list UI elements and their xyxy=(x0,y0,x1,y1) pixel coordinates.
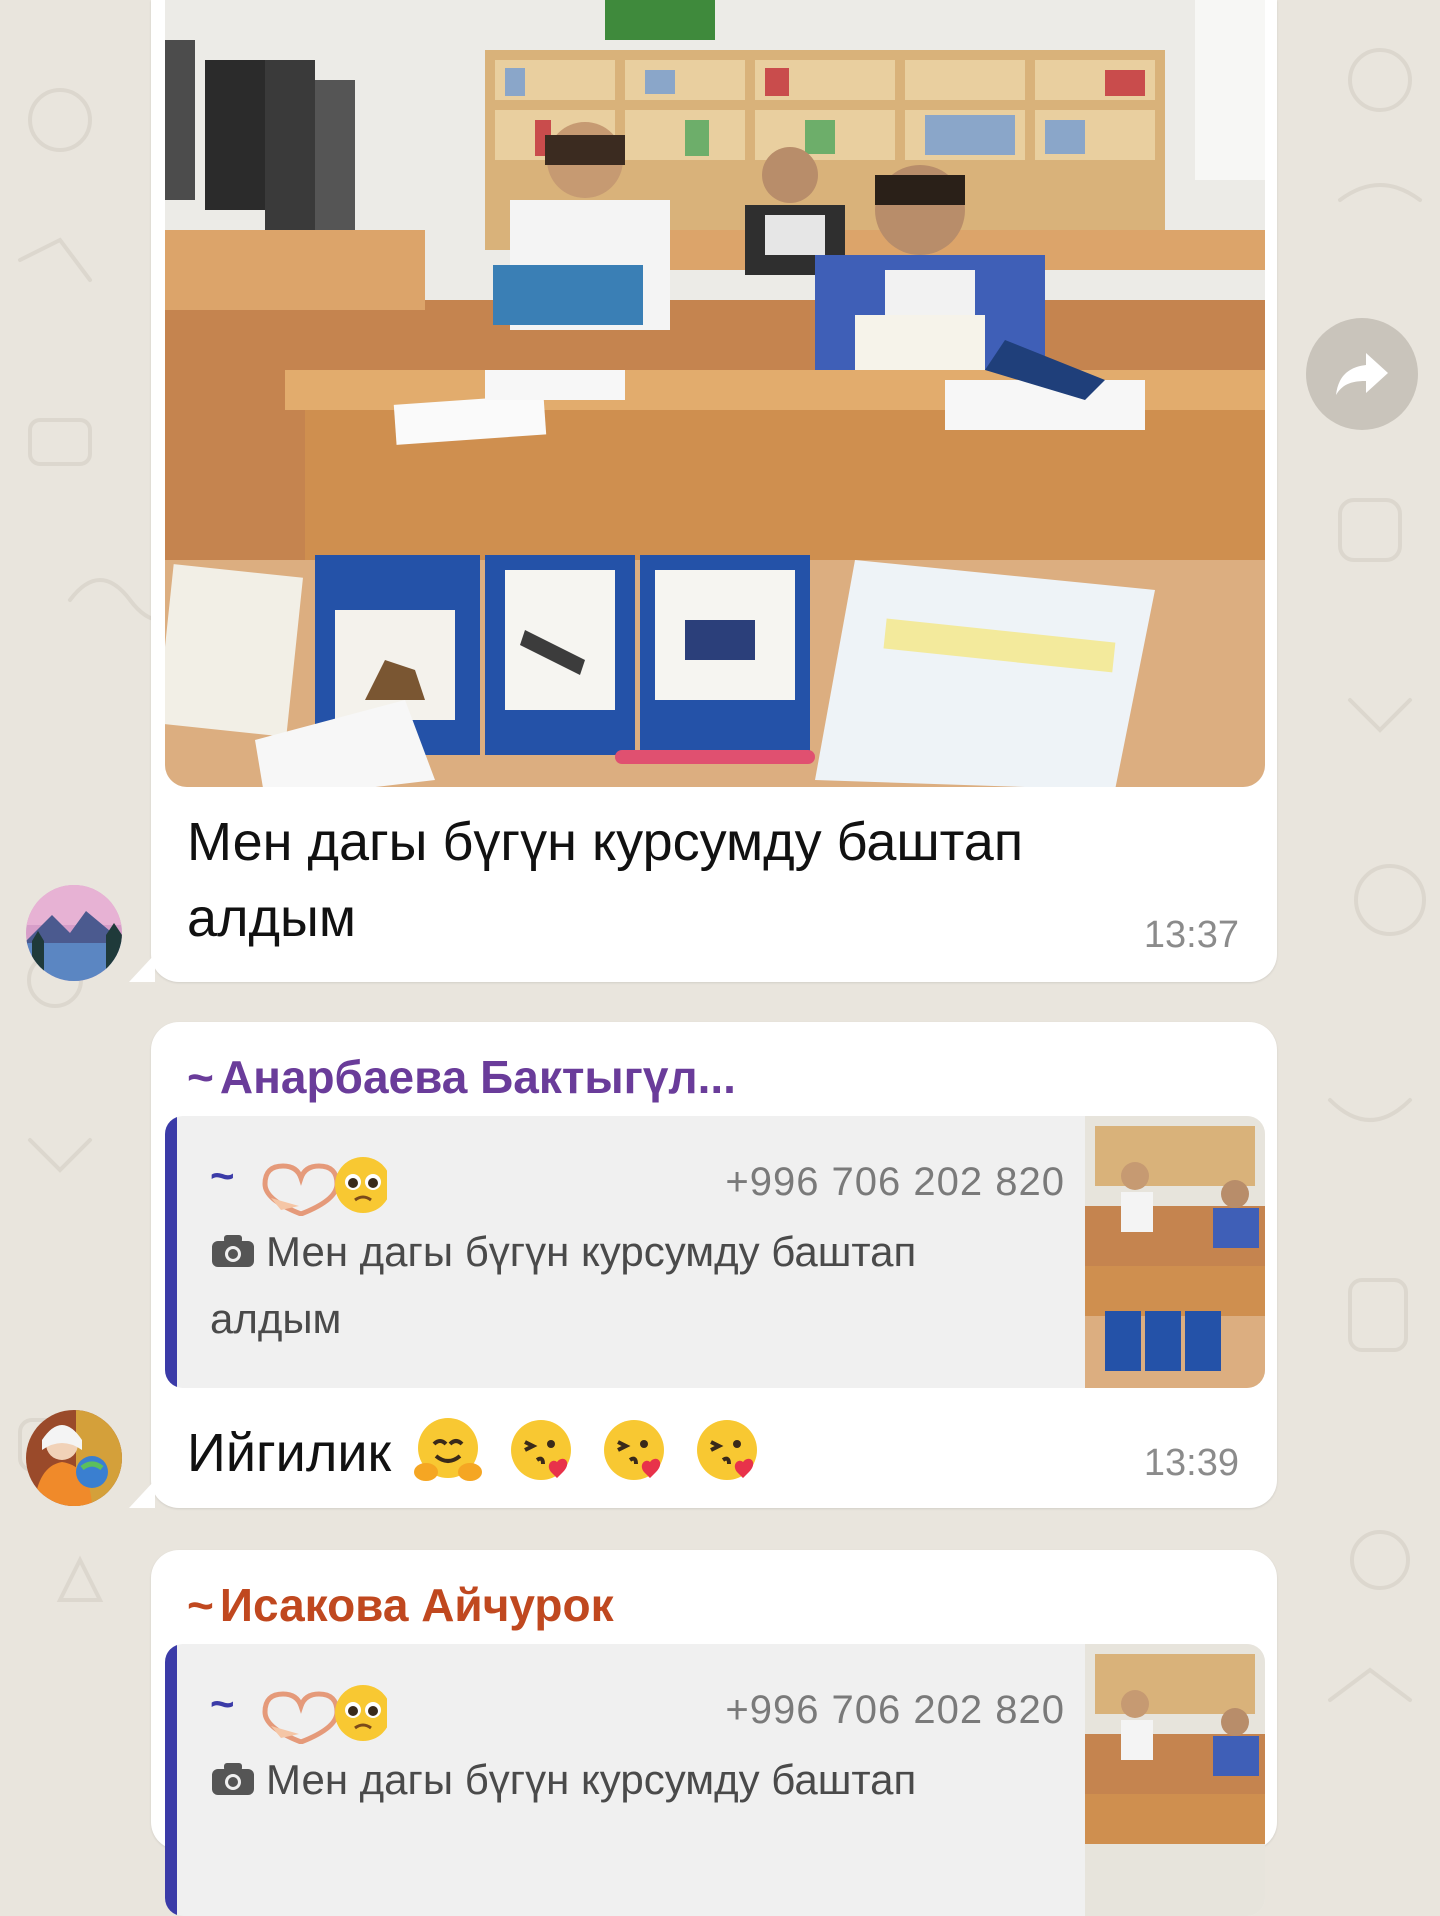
sender-name-text: Исакова Айчурок xyxy=(219,1579,614,1631)
reply-text: Ийгилик xyxy=(187,1414,763,1499)
sender-name-text: Анарбаева Бактыгүл... xyxy=(219,1051,736,1103)
sender-name[interactable]: ~ Анарбаева Бактыгүл... xyxy=(187,1050,736,1104)
classroom-photo[interactable] xyxy=(165,0,1265,787)
heart-hands-icon xyxy=(262,1685,391,1745)
message-bubble-reply[interactable]: ~ Анарбаева Бактыгүл... ~ +996 706 202 82… xyxy=(129,1022,1277,1508)
woman-globe-avatar[interactable] xyxy=(26,1410,122,1506)
reply-text-content: Ийгилик xyxy=(187,1422,392,1483)
quoted-text-content: Мен дагы бүгүн курсумду баштап xyxy=(266,1756,917,1803)
quoted-sender: ~ xyxy=(210,1680,235,1727)
quoted-photo-thumbnail xyxy=(1085,1116,1265,1388)
message-bubble-reply[interactable]: ~ Исакова Айчурок ~ +996 706 202 820 Мен … xyxy=(151,1550,1277,1916)
forward-icon xyxy=(1336,353,1388,395)
heart-hands-icon xyxy=(262,1157,391,1217)
quoted-sender-emoji xyxy=(257,1682,391,1749)
sender-tilde: ~ xyxy=(187,1051,214,1103)
quoted-sender-emoji xyxy=(257,1154,391,1221)
lake-mountain-avatar[interactable] xyxy=(26,885,122,981)
quoted-phone: +996 706 202 820 xyxy=(725,1160,1065,1204)
message-time: 13:39 xyxy=(1143,1442,1239,1484)
quoted-text: Мен дагы бүгүн курсумду баштап xyxy=(210,1748,1010,1815)
message-time: 13:37 xyxy=(1143,914,1239,956)
message-caption: Мен дагы бүгүн курсумду баштап алдым xyxy=(187,812,1024,948)
camera-icon xyxy=(210,1223,256,1287)
quote-bar xyxy=(165,1644,177,1916)
quote-bar xyxy=(165,1116,177,1388)
sender-name[interactable]: ~ Исакова Айчурок xyxy=(187,1578,614,1632)
kissing-heart-icon xyxy=(598,1414,670,1499)
quoted-phone: +996 706 202 820 xyxy=(725,1688,1065,1732)
camera-icon xyxy=(210,1751,256,1815)
quoted-sender: ~ xyxy=(210,1152,235,1199)
quoted-message[interactable]: ~ +996 706 202 820 Мен дагы бүгүн курсум… xyxy=(165,1116,1265,1388)
message-bubble-photo[interactable]: Мен дагы бүгүн курсумду баштап алдым 13:… xyxy=(129,0,1277,982)
sender-tilde: ~ xyxy=(187,1579,214,1631)
kissing-heart-icon xyxy=(505,1414,577,1499)
forward-button[interactable] xyxy=(1306,318,1418,430)
quoted-photo-thumbnail xyxy=(1085,1644,1265,1916)
quoted-text: Мен дагы бүгүн курсумду баштап алдым xyxy=(210,1220,1010,1351)
quoted-text-content: Мен дагы бүгүн курсумду баштап алдым xyxy=(210,1228,917,1342)
quoted-message[interactable]: ~ +996 706 202 820 Мен дагы бүгүн курсум… xyxy=(165,1644,1265,1916)
kissing-heart-icon xyxy=(691,1414,763,1499)
hugging-face-icon xyxy=(412,1414,484,1499)
